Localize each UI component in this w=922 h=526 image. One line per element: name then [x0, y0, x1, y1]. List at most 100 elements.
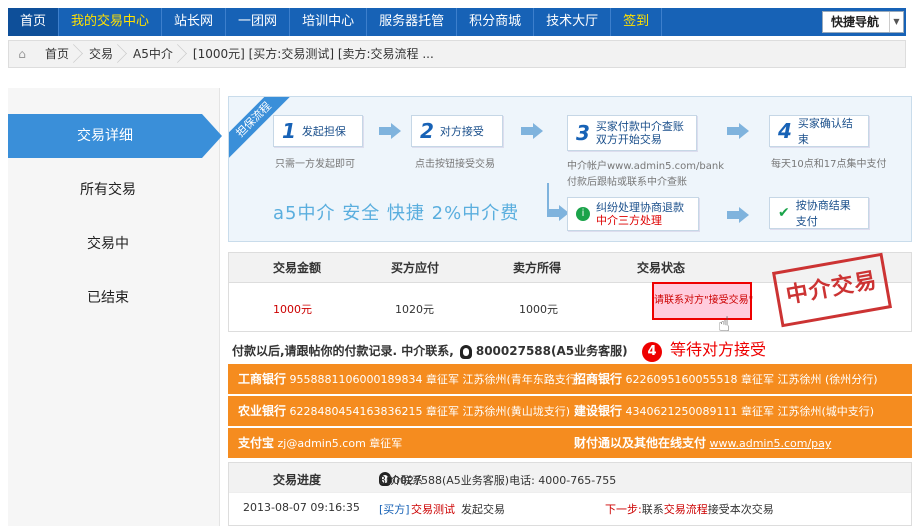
step-2: 2 对方接受 [411, 115, 503, 147]
step-2-label: 对方接受 [439, 125, 484, 138]
progress-time: 2013-08-07 09:16:35 [243, 501, 360, 514]
payment-notice: 付款以后,请跟帖你的付款记录. 中介联系, 800027588(A5业务客服) [232, 342, 628, 359]
check-icon: ✔ [778, 205, 790, 221]
step-3-desc-2: 付款后跟帖或联系中介查账 [567, 177, 687, 188]
quick-nav-dropdown[interactable]: 快捷导航 ▼ [822, 11, 904, 33]
col-status: 交易状态 [637, 261, 686, 275]
bank-account: 9558881106000189834 章征军 江苏徐州(青年东路支行) [289, 373, 582, 386]
progress-role-tag: [买方] [379, 503, 410, 516]
progress-title: 交易进度 [273, 473, 322, 487]
bank-row: 工商银行 9558881106000189834 章征军 江苏徐州(青年东路支行… [228, 364, 912, 394]
bank-name: 建设银行 [574, 404, 623, 418]
breadcrumb-trade[interactable]: 交易 [79, 41, 123, 67]
quick-nav-label: 快捷导航 [831, 15, 880, 29]
nav-home[interactable]: 首页 [8, 8, 60, 36]
step-4-desc: 每天10点和17点集中支付 [771, 159, 887, 170]
step-1: 1 发起担保 [273, 115, 363, 147]
breadcrumb: ⌂ 首页 交易 A5中介 [1000元] [买方:交易测试] [卖方:交易流程 … [8, 40, 906, 68]
arrow-icon [547, 205, 569, 221]
step-2-number: 2 [420, 119, 434, 143]
progress-header: 交易进度 中介联系 800027588(A5业务客服)电话: 4000-765-… [229, 463, 911, 493]
step-circle: 4 [642, 342, 662, 362]
breadcrumb-current: [1000元] [买方:交易测试] [卖方:交易流程 ... [192, 47, 434, 61]
next-step-label: 下一步: [605, 503, 642, 516]
step-3-label-2: 双方开始交易 [595, 133, 662, 146]
nav-my-trade-center[interactable]: 我的交易中心 [59, 8, 163, 36]
bank-account: 6228480454163836215 章征军 江苏徐州(黄山垅支行) [289, 405, 571, 418]
nav-tech-hall[interactable]: 技术大厅 [534, 8, 612, 36]
arrow-icon [727, 123, 749, 139]
nav-training[interactable]: 培训中心 [290, 8, 368, 36]
breadcrumb-a5-escrow[interactable]: A5中介 [123, 41, 183, 67]
sidebar-item-in-progress[interactable]: 交易中 [8, 222, 208, 266]
dispute-box: i 纠纷处理协商退款 中介三方处理 [567, 197, 699, 231]
home-icon[interactable]: ⌂ [9, 47, 35, 61]
bank-name: 工商银行 [238, 372, 287, 386]
step-2-desc: 点击按钮接受交易 [415, 159, 495, 170]
nav-checkin[interactable]: 签到 [611, 8, 663, 36]
step-1-label: 发起担保 [301, 125, 346, 138]
arrow-icon [521, 123, 543, 139]
hand-cursor-icon: ☝ [718, 312, 731, 336]
sidebar-item-finished[interactable]: 已结束 [8, 276, 208, 320]
waiting-indicator: 4 等待对方接受 [642, 336, 766, 362]
step-3-number: 3 [576, 120, 590, 145]
online-pay-link[interactable]: www.admin5.com/pay [710, 437, 832, 450]
alipay-account: zj@admin5.com 章征军 [277, 437, 403, 450]
dispute-line-1: 纠纷处理协商退款 [596, 201, 684, 214]
col-buyer-pays: 买方应付 [391, 261, 440, 275]
accept-trade-status-button[interactable]: 请联系对方"接受交易" [652, 282, 753, 320]
top-navigation: 首页 我的交易中心 站长网 一团网 培训中心 服务器托管 积分商城 技术大厅 签… [8, 8, 906, 36]
next-step-pre: 联系 [641, 503, 664, 516]
dispute-line-2: 中介三方处理 [596, 214, 662, 227]
step-1-number: 1 [282, 119, 296, 143]
nav-chinaz[interactable]: 站长网 [162, 8, 227, 36]
step-1-desc: 只需一方发起即可 [275, 159, 355, 170]
nav-group-buy[interactable]: 一团网 [226, 8, 291, 36]
sidebar-item-trade-detail[interactable]: 交易详细 [8, 114, 222, 158]
settle-box: ✔ 按协商结果支付 [769, 197, 869, 229]
sidebar-item-all-trades[interactable]: 所有交易 [8, 168, 208, 212]
breadcrumb-home[interactable]: 首页 [35, 41, 79, 67]
bank-row: 支付宝 zj@admin5.com 章征军 财付通以及其他在线支付 www.ad… [228, 428, 912, 458]
waiting-text: 等待对方接受 [670, 340, 767, 359]
col-seller-gets: 卖方所得 [513, 261, 562, 275]
bank-account: 6226095160055518 章征军 江苏徐州 (徐州分行) [625, 373, 878, 386]
info-icon: i [576, 207, 590, 221]
step-4: 4 买家确认结束 [769, 115, 869, 147]
trade-progress: 交易进度 中介联系 800027588(A5业务客服)电话: 4000-765-… [228, 462, 912, 526]
next-step-link[interactable]: 交易流程 [664, 503, 708, 516]
step-4-label: 买家确认结束 [797, 117, 853, 146]
escrow-flow-panel: 担保流程 1 发起担保 只需一方发起即可 2 对方接受 点击按钮接受交易 3 买家付款… [228, 96, 912, 242]
notice-text: 付款以后,请跟帖你的付款记录. 中介联系, [232, 344, 454, 358]
bank-name: 财付通以及其他在线支付 [574, 436, 707, 450]
nav-server-hosting[interactable]: 服务器托管 [367, 8, 458, 36]
col-amount: 交易金额 [273, 261, 322, 275]
step-3-label-1: 买家付款中介查账 [595, 120, 684, 133]
nav-points-mall[interactable]: 积分商城 [457, 8, 535, 36]
sidebar: 交易详细 所有交易 交易中 已结束 [8, 88, 222, 526]
seller-gets-value: 1000元 [519, 303, 558, 316]
bank-row: 农业银行 6228480454163836215 章征军 江苏徐州(黄山垅支行)… [228, 396, 912, 426]
step-3: 3 买家付款中介查账 双方开始交易 [567, 115, 697, 151]
contact-phone: 800027588(A5业务客服)电话: 4000-765-755 [379, 474, 617, 487]
progress-action: 发起交易 [461, 503, 505, 516]
bank-name: 农业银行 [238, 404, 287, 418]
bank-name: 支付宝 [238, 436, 275, 450]
step-4-number: 4 [778, 119, 792, 143]
next-step-post: 接受本次交易 [707, 503, 774, 516]
arrow-icon [727, 207, 749, 223]
step-3-desc-1: 中介帐户www.admin5.com/bank [567, 161, 725, 172]
escrow-slogan: a5中介 安全 快捷 2%中介费 [273, 203, 520, 224]
chevron-down-icon: ▼ [889, 12, 903, 32]
arrow-icon [379, 123, 401, 139]
progress-next: 下一步:联系交易流程接受本次交易 [605, 501, 774, 517]
qq-icon[interactable] [459, 344, 472, 359]
settle-label: 按协商结果支付 [795, 199, 851, 228]
progress-buyer-link[interactable]: 交易测试 [411, 501, 455, 517]
buyer-pays-value: 1020元 [395, 303, 434, 316]
bank-name: 招商银行 [574, 372, 623, 386]
bank-account: 4340621250089111 章征军 江苏徐州(城中支行) [625, 405, 875, 418]
notice-phone[interactable]: 800027588(A5业务客服) [476, 344, 628, 358]
amount-value: 1000元 [273, 303, 312, 316]
